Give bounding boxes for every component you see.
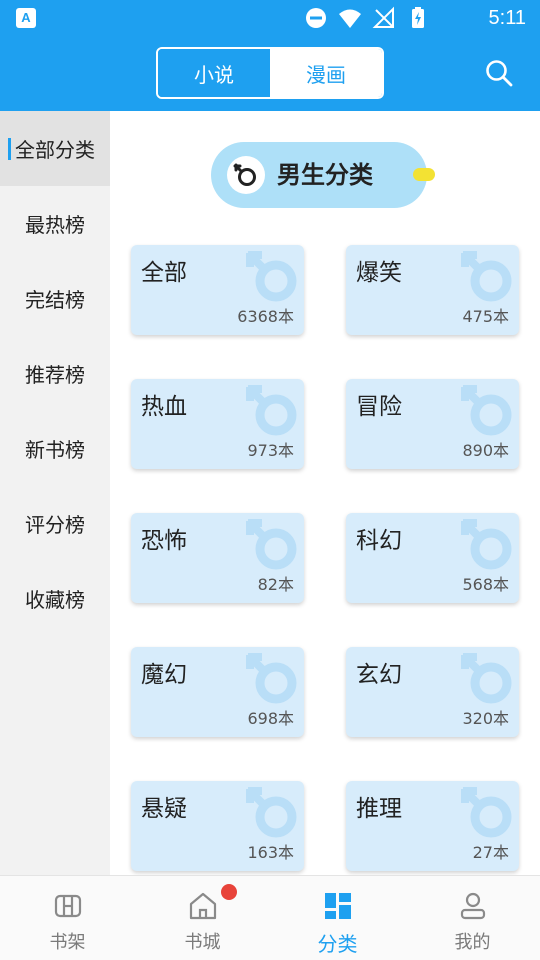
category-name: 爆笑 <box>356 260 402 286</box>
category-card-fantasy[interactable]: 玄幻 320本 <box>346 647 519 737</box>
category-card-sci-fi[interactable]: 科幻 568本 <box>346 513 519 603</box>
sidebar-item-hottest[interactable]: 最热榜 <box>0 186 110 261</box>
category-count: 6368本 <box>237 307 294 326</box>
wifi-icon <box>339 9 361 28</box>
status-bar: A 5:11 <box>0 0 540 36</box>
category-name: 推理 <box>356 796 402 822</box>
category-name: 魔幻 <box>141 662 187 688</box>
category-count: 27本 <box>472 843 509 862</box>
section-title: 男生分类 <box>277 161 373 189</box>
category-count: 698本 <box>247 709 294 728</box>
male-watermark-icon <box>246 385 297 436</box>
home-icon <box>189 892 217 920</box>
bottom-navigation: 书架 书城 分类 我的 <box>0 875 540 960</box>
category-count: 475本 <box>462 307 509 326</box>
tab-novel[interactable]: 小说 <box>158 49 270 97</box>
profile-icon <box>460 892 486 920</box>
category-name: 全部 <box>141 260 187 286</box>
category-name: 悬疑 <box>141 796 187 822</box>
nav-profile[interactable]: 我的 <box>405 876 540 960</box>
male-watermark-icon <box>246 519 297 570</box>
nav-label: 我的 <box>454 932 491 953</box>
no-signal-icon <box>372 6 394 28</box>
category-card-hot-blooded[interactable]: 热血 973本 <box>131 379 304 469</box>
sidebar-item-rating[interactable]: 评分榜 <box>0 486 110 561</box>
battery-charging-icon <box>412 7 424 28</box>
male-watermark-icon <box>461 385 512 436</box>
sidebar-item-all-categories[interactable]: 全部分类 <box>0 111 110 186</box>
male-symbol-icon <box>233 163 256 186</box>
male-watermark-icon <box>461 519 512 570</box>
category-name: 科幻 <box>356 528 402 554</box>
male-watermark-icon <box>246 653 297 704</box>
sidebar-item-new-books[interactable]: 新书榜 <box>0 411 110 486</box>
sidebar-item-favorites[interactable]: 收藏榜 <box>0 561 110 636</box>
status-icons <box>304 6 430 30</box>
do-not-disturb-icon <box>306 8 326 28</box>
app-header: A 5:11 小说 漫画 <box>0 0 540 111</box>
app-notification-icon: A <box>16 8 36 28</box>
nav-category[interactable]: 分类 <box>270 876 405 960</box>
notification-badge <box>221 884 237 900</box>
section-header-male: 男生分类 <box>211 142 427 208</box>
status-time: 5:11 <box>488 7 526 29</box>
category-card-suspense[interactable]: 悬疑 163本 <box>131 781 304 871</box>
category-card-horror[interactable]: 恐怖 82本 <box>131 513 304 603</box>
category-count: 163本 <box>247 843 294 862</box>
male-watermark-icon <box>246 251 297 302</box>
category-grid-icon <box>325 893 351 919</box>
nav-bookshelf[interactable]: 书架 <box>0 876 135 960</box>
category-name: 热血 <box>141 394 187 420</box>
category-card-mystery[interactable]: 推理 27本 <box>346 781 519 871</box>
nav-label: 书城 <box>184 932 221 953</box>
sidebar-item-recommended[interactable]: 推荐榜 <box>0 336 110 411</box>
male-symbol-badge <box>227 156 265 194</box>
category-card-magic[interactable]: 魔幻 698本 <box>131 647 304 737</box>
category-count: 973本 <box>247 441 294 460</box>
content-type-switch: 小说 漫画 <box>156 47 384 99</box>
search-icon[interactable] <box>484 58 514 88</box>
section-tag-decoration <box>413 168 435 181</box>
category-panel: 男生分类 全部 6368本 爆笑 475本 热血 973本 冒险 890本 恐怖… <box>110 111 540 875</box>
male-watermark-icon <box>461 251 512 302</box>
nav-label: 分类 <box>317 932 358 956</box>
bookshelf-icon <box>54 894 82 918</box>
male-watermark-icon <box>461 653 512 704</box>
category-count: 320本 <box>462 709 509 728</box>
category-card-adventure[interactable]: 冒险 890本 <box>346 379 519 469</box>
category-name: 冒险 <box>356 394 402 420</box>
sidebar-item-completed[interactable]: 完结榜 <box>0 261 110 336</box>
category-name: 恐怖 <box>141 528 187 554</box>
category-count: 890本 <box>462 441 509 460</box>
male-watermark-icon <box>461 787 512 838</box>
category-name: 玄幻 <box>356 662 402 688</box>
nav-label: 书架 <box>49 932 86 953</box>
tab-comic[interactable]: 漫画 <box>270 49 382 97</box>
category-card-all[interactable]: 全部 6368本 <box>131 245 304 335</box>
nav-bookstore[interactable]: 书城 <box>135 876 270 960</box>
male-watermark-icon <box>246 787 297 838</box>
category-count: 82本 <box>257 575 294 594</box>
category-card-comedy[interactable]: 爆笑 475本 <box>346 245 519 335</box>
category-count: 568本 <box>462 575 509 594</box>
ranking-sidebar: 全部分类 最热榜 完结榜 推荐榜 新书榜 评分榜 收藏榜 <box>0 111 110 875</box>
